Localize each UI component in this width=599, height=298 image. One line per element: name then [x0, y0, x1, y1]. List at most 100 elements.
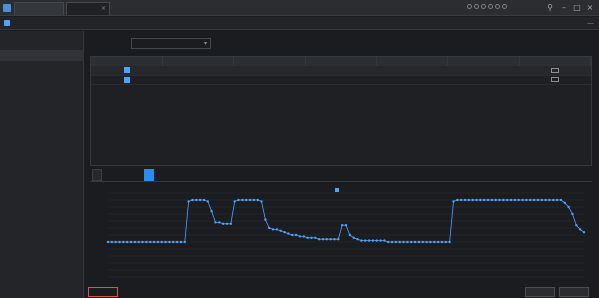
- data-point: [337, 238, 340, 241]
- data-point: [413, 240, 417, 244]
- data-point: [444, 240, 448, 244]
- sidebar: [0, 31, 84, 298]
- column-header: [376, 57, 449, 66]
- close-icon[interactable]: ×: [101, 3, 106, 15]
- data-point: [502, 198, 505, 202]
- data-point: [575, 224, 578, 227]
- sidebar-item-active[interactable]: [0, 50, 84, 61]
- data-point: [394, 240, 398, 244]
- data-point: [106, 240, 110, 244]
- edit-icon[interactable]: [550, 77, 559, 82]
- data-point: [233, 200, 236, 203]
- column-header: [519, 57, 592, 66]
- data-point: [417, 240, 421, 244]
- column-header: [305, 57, 377, 66]
- data-point: [571, 212, 574, 216]
- chart-legend: [335, 186, 341, 192]
- maximize-icon[interactable]: □: [572, 3, 582, 13]
- status-icon: [502, 4, 507, 9]
- table-cell: [305, 66, 377, 76]
- tab-main[interactable]: [14, 2, 64, 15]
- status-icon: [495, 4, 500, 9]
- row-checkbox[interactable]: [123, 76, 130, 83]
- status-icon: [488, 4, 493, 9]
- data-point: [237, 198, 240, 202]
- data-point: [482, 198, 486, 202]
- table-cell: [233, 66, 306, 76]
- data-point: [567, 205, 570, 209]
- data-point: [179, 240, 183, 244]
- delete-button[interactable]: [88, 287, 118, 297]
- data-point: [529, 198, 532, 202]
- data-point: [129, 240, 133, 244]
- save-button[interactable]: [559, 287, 589, 297]
- data-point: [363, 239, 367, 242]
- sidebar-group-header[interactable]: [0, 37, 84, 48]
- legend-swatch: [335, 187, 339, 192]
- data-table: [90, 56, 592, 166]
- edit-icon[interactable]: [550, 67, 559, 73]
- data-point: [279, 229, 282, 232]
- chevron-down-icon: ▾: [203, 40, 207, 47]
- data-point: [202, 198, 206, 202]
- data-point: [164, 240, 167, 244]
- data-point: [521, 198, 524, 202]
- data-point: [314, 236, 317, 239]
- data-point: [544, 198, 547, 202]
- row-checkbox[interactable]: [123, 67, 130, 74]
- data-point: [360, 239, 363, 242]
- data-point: [532, 198, 536, 202]
- tab-active[interactable]: ×: [66, 2, 110, 15]
- data-point: [375, 239, 378, 242]
- data-point: [367, 239, 371, 242]
- data-point: [291, 233, 294, 237]
- data-point: [287, 232, 290, 235]
- data-point: [475, 198, 478, 202]
- data-point: [479, 198, 482, 202]
- data-point: [406, 240, 409, 244]
- data-point: [175, 240, 179, 244]
- data-point: [398, 240, 401, 244]
- user-icon[interactable]: ⚲: [545, 3, 555, 13]
- data-point: [321, 238, 325, 241]
- collapse-icon[interactable]: —: [587, 19, 594, 27]
- data-point: [410, 240, 413, 244]
- home-icon[interactable]: [4, 20, 10, 26]
- data-point: [348, 233, 352, 237]
- data-point: [555, 198, 559, 202]
- close-window-icon[interactable]: ×: [585, 3, 595, 13]
- chart-canvas: [106, 192, 586, 278]
- tab-chart-2[interactable]: [144, 169, 154, 181]
- refresh-button[interactable]: [525, 287, 555, 297]
- status-icon: [467, 4, 472, 9]
- minimize-icon[interactable]: –: [559, 3, 569, 13]
- data-point: [137, 240, 140, 244]
- table-row[interactable]: [91, 66, 591, 76]
- data-point: [183, 240, 186, 244]
- data-point: [578, 228, 582, 231]
- data-point: [540, 198, 543, 202]
- column-header: [162, 57, 235, 66]
- tab-chart-1[interactable]: [92, 169, 102, 181]
- table-cell: [376, 75, 448, 85]
- status-icons: [467, 4, 537, 12]
- data-point: [152, 240, 156, 244]
- status-icon: [481, 4, 486, 9]
- data-point: [133, 240, 137, 244]
- data-point: [118, 240, 121, 244]
- data-point: [387, 240, 390, 244]
- data-point: [125, 240, 129, 244]
- data-point: [325, 238, 329, 241]
- table-row[interactable]: [91, 75, 591, 85]
- data-point: [156, 240, 160, 244]
- data-point: [317, 238, 321, 241]
- chart-tab-bar: [90, 169, 592, 182]
- sidebar-item[interactable]: [0, 64, 84, 75]
- data-point: [559, 198, 563, 202]
- channel-select[interactable]: ▾: [131, 38, 211, 49]
- main-panel: ▾: [85, 31, 597, 298]
- data-point: [494, 198, 497, 202]
- data-point: [329, 238, 332, 241]
- data-point: [294, 233, 298, 237]
- column-header: [233, 57, 306, 66]
